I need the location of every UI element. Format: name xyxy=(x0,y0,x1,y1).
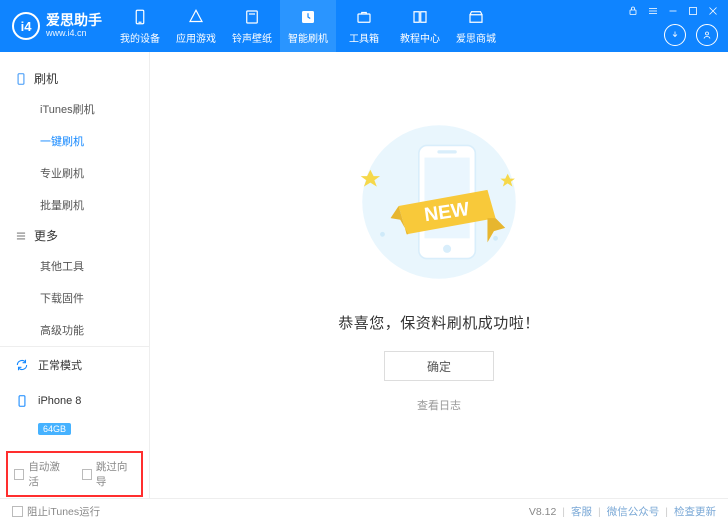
download-icon[interactable] xyxy=(664,24,686,46)
minimize-icon[interactable] xyxy=(666,4,680,18)
logo-icon: i4 xyxy=(12,12,40,40)
success-illustration: NEW xyxy=(334,112,544,292)
tab-label: 工具箱 xyxy=(349,30,379,45)
checkbox-icon xyxy=(82,469,92,480)
book-icon xyxy=(410,7,430,27)
separator: | xyxy=(562,506,565,518)
logo: i4 爱思助手 www.i4.cn xyxy=(0,12,112,40)
device-row[interactable]: iPhone 8 xyxy=(0,383,149,419)
device-name: iPhone 8 xyxy=(38,395,81,407)
skip-guide-checkbox[interactable]: 跳过向导 xyxy=(82,459,136,489)
checkbox-icon xyxy=(12,506,23,517)
sidebar: 刷机 iTunes刷机 一键刷机 专业刷机 批量刷机 更多 其他工具 下载固件 … xyxy=(0,52,150,498)
check-update-link[interactable]: 检查更新 xyxy=(674,504,716,519)
sidebar-item-other-tools[interactable]: 其他工具 xyxy=(0,250,149,282)
tab-label: 我的设备 xyxy=(120,30,160,45)
lock-icon[interactable] xyxy=(626,4,640,18)
flash-icon xyxy=(298,7,318,27)
header-actions xyxy=(664,24,718,46)
tab-my-device[interactable]: 我的设备 xyxy=(112,0,168,52)
store-icon xyxy=(466,7,486,27)
apps-icon xyxy=(186,7,206,27)
user-icon[interactable] xyxy=(696,24,718,46)
wechat-link[interactable]: 微信公众号 xyxy=(607,504,660,519)
tab-ringtones[interactable]: 铃声壁纸 xyxy=(224,0,280,52)
version-label: V8.12 xyxy=(529,506,556,518)
music-icon xyxy=(242,7,262,27)
customer-service-link[interactable]: 客服 xyxy=(571,504,592,519)
group-title: 刷机 xyxy=(34,70,58,87)
separator: | xyxy=(598,506,601,518)
confirm-button[interactable]: 确定 xyxy=(384,351,494,381)
brand-url: www.i4.cn xyxy=(46,29,102,39)
mode-label: 正常模式 xyxy=(38,357,82,373)
storage-badge: 64GB xyxy=(38,423,71,435)
separator: | xyxy=(665,506,668,518)
app-header: i4 爱思助手 www.i4.cn 我的设备 应用游戏 铃声壁纸 智能刷机 工具… xyxy=(0,0,728,52)
tab-store[interactable]: 爱思商城 xyxy=(448,0,504,52)
checkbox-icon xyxy=(14,469,24,480)
tab-apps[interactable]: 应用游戏 xyxy=(168,0,224,52)
sidebar-item-advanced[interactable]: 高级功能 xyxy=(0,314,149,346)
refresh-icon xyxy=(14,357,30,373)
main-content: NEW 恭喜您，保资料刷机成功啦！ 确定 查看日志 xyxy=(150,52,728,498)
sidebar-group-flash: 刷机 xyxy=(0,64,149,93)
tab-label: 教程中心 xyxy=(400,30,440,45)
tab-label: 智能刷机 xyxy=(288,30,328,45)
auto-activate-checkbox[interactable]: 自动激活 xyxy=(14,459,68,489)
block-itunes-checkbox[interactable]: 阻止iTunes运行 xyxy=(12,504,100,519)
maximize-icon[interactable] xyxy=(686,4,700,18)
tab-flash[interactable]: 智能刷机 xyxy=(280,0,336,52)
checkbox-label: 自动激活 xyxy=(28,459,67,489)
tab-label: 应用游戏 xyxy=(176,30,216,45)
phone-icon xyxy=(130,7,150,27)
toolbox-icon xyxy=(354,7,374,27)
tab-label: 爱思商城 xyxy=(456,30,496,45)
phone-small-icon xyxy=(14,393,30,409)
sidebar-item-batch-flash[interactable]: 批量刷机 xyxy=(0,189,149,221)
checkbox-label: 跳过向导 xyxy=(96,459,135,489)
sidebar-group-more: 更多 xyxy=(0,221,149,250)
sidebar-item-oneclick-flash[interactable]: 一键刷机 xyxy=(0,125,149,157)
mode-row[interactable]: 正常模式 xyxy=(0,347,149,383)
success-message: 恭喜您，保资料刷机成功啦！ xyxy=(338,312,540,333)
group-title: 更多 xyxy=(34,227,58,244)
device-icon xyxy=(14,72,28,86)
checkbox-label: 阻止iTunes运行 xyxy=(27,504,100,519)
tab-toolbox[interactable]: 工具箱 xyxy=(336,0,392,52)
options-box: 自动激活 跳过向导 xyxy=(6,451,143,497)
tab-label: 铃声壁纸 xyxy=(232,30,272,45)
list-icon xyxy=(14,229,28,243)
brand-name: 爱思助手 xyxy=(46,13,102,28)
close-icon[interactable] xyxy=(706,4,720,18)
main-tabs: 我的设备 应用游戏 铃声壁纸 智能刷机 工具箱 教程中心 爱思商城 xyxy=(112,0,504,52)
tab-tutorials[interactable]: 教程中心 xyxy=(392,0,448,52)
sidebar-item-itunes-flash[interactable]: iTunes刷机 xyxy=(0,93,149,125)
sidebar-item-download-firmware[interactable]: 下载固件 xyxy=(0,282,149,314)
menu-icon[interactable] xyxy=(646,4,660,18)
sidebar-item-pro-flash[interactable]: 专业刷机 xyxy=(0,157,149,189)
view-log-link[interactable]: 查看日志 xyxy=(417,397,461,413)
window-controls xyxy=(626,4,720,18)
